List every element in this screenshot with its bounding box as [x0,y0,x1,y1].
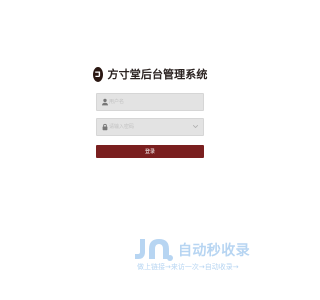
login-panel: 方寸堂后台管理系统 登录 [92,62,207,158]
watermark: 自动秒收录 做上链接→来访一次→自动收录→ [132,237,302,277]
watermark-subtitle: 做上链接→来访一次→自动收录→ [137,263,239,271]
login-button[interactable]: 登录 [96,145,204,158]
username-field[interactable] [96,93,204,111]
lock-icon [102,123,108,131]
watermark-title: 自动秒收录 [178,242,250,259]
user-icon [101,98,109,106]
password-field[interactable] [96,118,204,136]
app-title: 方寸堂后台管理系统 [107,68,208,81]
watermark-main: 自动秒收录 [132,237,302,262]
chevron-down-icon[interactable] [192,123,199,130]
username-input[interactable] [109,94,193,110]
watermark-logo-icon [135,239,173,261]
password-input[interactable] [109,119,193,135]
brand-header: 方寸堂后台管理系统 [92,62,207,86]
brand-logo-icon [92,66,103,82]
